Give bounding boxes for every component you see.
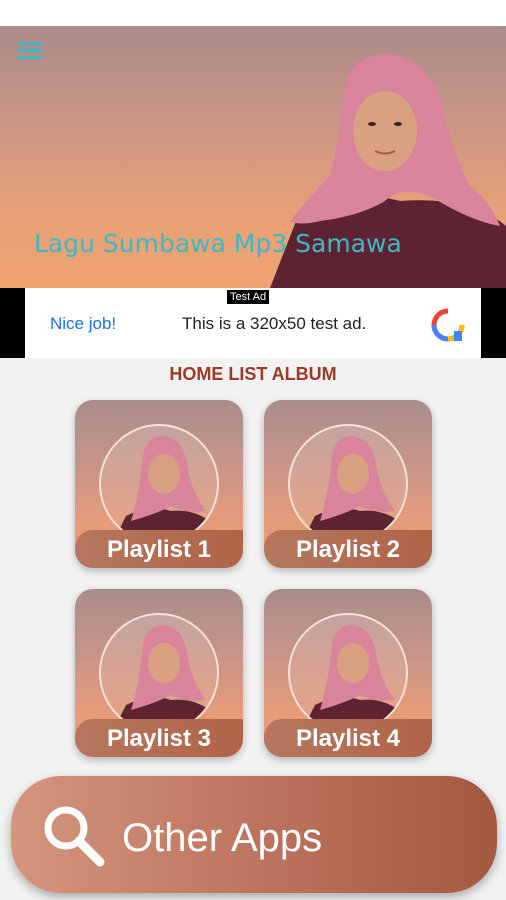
- ad-text[interactable]: This is a 320x50 test ad.: [182, 314, 366, 334]
- status-bar: [0, 0, 506, 26]
- menu-button[interactable]: [18, 42, 42, 62]
- ad-headline[interactable]: Nice job!: [50, 314, 116, 334]
- section-title: HOME LIST ALBUM: [169, 364, 337, 384]
- ad-logo-icon: [431, 308, 465, 342]
- playlist-avatar: [99, 424, 219, 544]
- playlist-card-2[interactable]: Playlist 2: [264, 400, 432, 568]
- playlist-card-4[interactable]: Playlist 4: [264, 589, 432, 757]
- playlist-avatar: [99, 613, 219, 733]
- search-icon: [44, 806, 105, 867]
- ad-tag: Test Ad: [227, 290, 270, 304]
- other-apps-label: Other Apps: [122, 816, 323, 860]
- playlist-avatar: [288, 424, 408, 544]
- header-banner: Lagu Sumbawa Mp3 Samawa: [0, 26, 506, 288]
- app-title: Lagu Sumbawa Mp3 Samawa: [34, 229, 402, 258]
- playlist-label: Playlist 4: [295, 725, 401, 752]
- playlist-card-1[interactable]: Playlist 1: [75, 400, 243, 568]
- playlist-card-3[interactable]: Playlist 3: [75, 589, 243, 757]
- playlist-label: Playlist 2: [295, 536, 401, 563]
- playlist-avatar: [288, 613, 408, 733]
- playlist-label: Playlist 1: [106, 536, 212, 563]
- playlist-label: Playlist 3: [106, 725, 212, 752]
